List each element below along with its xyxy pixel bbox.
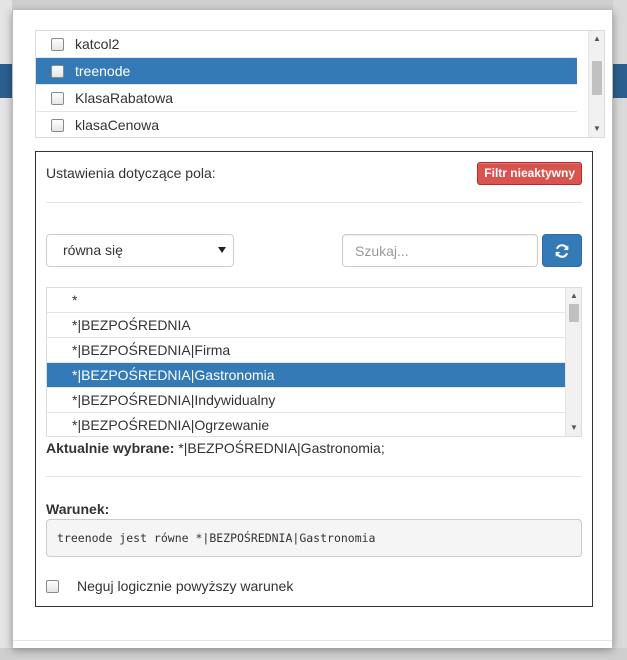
panel-title: Ustawienia dotyczące pola:: [46, 165, 216, 181]
field-item-katcol2[interactable]: katcol2: [36, 31, 577, 58]
condition-text: treenode jest równe *|BEZPOŚREDNIA|Gastr…: [46, 519, 582, 557]
background-navbar: [613, 64, 627, 98]
field-checkbox[interactable]: [51, 91, 64, 105]
negate-label: Neguj logicznie powyższy warunek: [77, 578, 294, 594]
field-list: katcol2 treenode KlasaRabatowa klasaCeno…: [35, 30, 605, 138]
scrollbar-thumb[interactable]: [592, 61, 602, 95]
filter-status-button[interactable]: Filtr nieaktywny: [477, 162, 582, 185]
negate-option[interactable]: Neguj logicznie powyższy warunek: [46, 578, 293, 594]
field-item-klasacenowa[interactable]: klasaCenowa: [36, 112, 577, 137]
field-item-label: katcol2: [75, 36, 120, 52]
field-list-scrollbar[interactable]: ▲ ▼: [588, 31, 604, 137]
current-selection-label: Aktualnie wybrane:: [46, 440, 175, 456]
scroll-up-arrow-icon[interactable]: ▲: [589, 32, 604, 46]
filter-modal: katcol2 treenode KlasaRabatowa klasaCeno…: [12, 10, 613, 648]
value-item[interactable]: *: [47, 288, 566, 313]
field-settings-panel: Ustawienia dotyczące pola: Filtr nieakty…: [35, 151, 593, 607]
value-item-selected[interactable]: *|BEZPOŚREDNIA|Gastronomia: [47, 363, 566, 388]
value-list: * *|BEZPOŚREDNIA *|BEZPOŚREDNIA|Firma *|…: [46, 287, 582, 437]
refresh-button[interactable]: [542, 234, 582, 267]
field-item-label: treenode: [75, 63, 131, 79]
scroll-up-arrow-icon[interactable]: ▲: [566, 289, 581, 303]
divider: [46, 476, 582, 477]
scroll-down-arrow-icon[interactable]: ▼: [589, 122, 604, 136]
condition-label: Warunek:: [46, 501, 110, 517]
value-item[interactable]: *|BEZPOŚREDNIA: [47, 313, 566, 338]
operator-select[interactable]: równa się: [46, 234, 234, 267]
negate-checkbox[interactable]: [46, 579, 59, 593]
background-page-left: [0, 0, 12, 660]
field-checkbox[interactable]: [51, 118, 64, 132]
search-input[interactable]: [342, 234, 538, 267]
value-item[interactable]: *|BEZPOŚREDNIA|Indywidualny: [47, 388, 566, 413]
caret-down-icon: [218, 247, 226, 253]
field-checkbox[interactable]: [51, 64, 64, 78]
value-item[interactable]: *|BEZPOŚREDNIA|Firma: [47, 338, 566, 363]
scrollbar-thumb[interactable]: [569, 304, 579, 322]
operator-select-value: równa się: [63, 242, 123, 258]
current-selection: Aktualnie wybrane: *|BEZPOŚREDNIA|Gastro…: [46, 440, 385, 456]
field-checkbox[interactable]: [51, 37, 64, 51]
background-navbar: [0, 64, 12, 98]
background-page-bottom: [0, 648, 627, 660]
value-item[interactable]: *|BEZPOŚREDNIA|Ogrzewanie: [47, 413, 566, 436]
current-selection-value: *|BEZPOŚREDNIA|Gastronomia;: [174, 440, 385, 456]
field-item-label: KlasaRabatowa: [75, 90, 174, 106]
field-item-klasarabatowa[interactable]: KlasaRabatowa: [36, 85, 577, 112]
field-item-treenode[interactable]: treenode: [36, 58, 577, 85]
refresh-icon: [555, 243, 569, 258]
divider: [46, 202, 582, 203]
value-list-scrollbar[interactable]: ▲ ▼: [565, 288, 581, 436]
modal-footer-divider: [13, 640, 612, 641]
field-item-label: klasaCenowa: [75, 117, 160, 133]
background-page-right: [613, 0, 627, 660]
scroll-down-arrow-icon[interactable]: ▼: [566, 421, 581, 435]
